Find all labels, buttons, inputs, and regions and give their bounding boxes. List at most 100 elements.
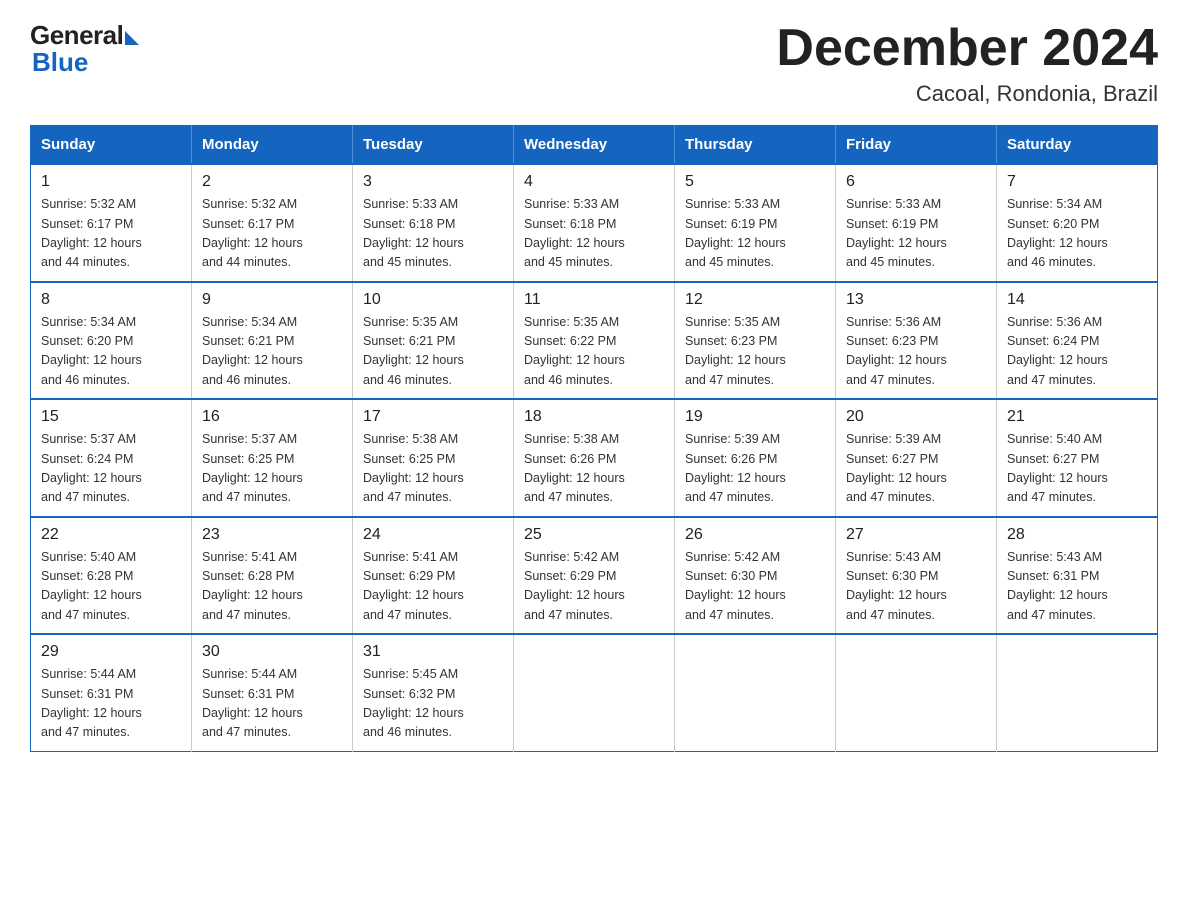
day-info: Sunrise: 5:43 AMSunset: 6:30 PMDaylight:… [846, 548, 986, 626]
day-number: 28 [1007, 526, 1147, 544]
day-number: 12 [685, 291, 825, 309]
calendar-day-cell: 30 Sunrise: 5:44 AMSunset: 6:31 PMDayligh… [192, 634, 353, 751]
day-info: Sunrise: 5:32 AMSunset: 6:17 PMDaylight:… [202, 195, 342, 273]
day-number: 29 [41, 643, 181, 661]
day-number: 18 [524, 408, 664, 426]
day-info: Sunrise: 5:34 AMSunset: 6:20 PMDaylight:… [41, 313, 181, 391]
day-number: 22 [41, 526, 181, 544]
day-number: 23 [202, 526, 342, 544]
calendar-day-cell: 15 Sunrise: 5:37 AMSunset: 6:24 PMDayligh… [31, 399, 192, 517]
day-number: 3 [363, 173, 503, 191]
day-info: Sunrise: 5:35 AMSunset: 6:22 PMDaylight:… [524, 313, 664, 391]
calendar-day-cell: 16 Sunrise: 5:37 AMSunset: 6:25 PMDayligh… [192, 399, 353, 517]
day-info: Sunrise: 5:33 AMSunset: 6:19 PMDaylight:… [685, 195, 825, 273]
calendar-week-row: 22 Sunrise: 5:40 AMSunset: 6:28 PMDayligh… [31, 517, 1158, 635]
calendar-day-cell: 4 Sunrise: 5:33 AMSunset: 6:18 PMDaylight… [514, 164, 675, 282]
day-number: 26 [685, 526, 825, 544]
calendar-table: SundayMondayTuesdayWednesdayThursdayFrid… [30, 125, 1158, 752]
day-info: Sunrise: 5:40 AMSunset: 6:28 PMDaylight:… [41, 548, 181, 626]
header-sunday: Sunday [31, 126, 192, 165]
day-info: Sunrise: 5:43 AMSunset: 6:31 PMDaylight:… [1007, 548, 1147, 626]
page-header: General Blue December 2024 Cacoal, Rondo… [30, 20, 1158, 107]
day-number: 9 [202, 291, 342, 309]
calendar-week-row: 8 Sunrise: 5:34 AMSunset: 6:20 PMDaylight… [31, 282, 1158, 400]
day-number: 30 [202, 643, 342, 661]
day-info: Sunrise: 5:34 AMSunset: 6:21 PMDaylight:… [202, 313, 342, 391]
calendar-day-cell: 27 Sunrise: 5:43 AMSunset: 6:30 PMDayligh… [836, 517, 997, 635]
logo-triangle-icon [125, 31, 139, 45]
day-number: 27 [846, 526, 986, 544]
calendar-day-cell: 20Sunrise: 5:39 AMSunset: 6:27 PMDayligh… [836, 399, 997, 517]
calendar-day-cell: 21 Sunrise: 5:40 AMSunset: 6:27 PMDayligh… [997, 399, 1158, 517]
calendar-day-cell: 6Sunrise: 5:33 AMSunset: 6:19 PMDaylight… [836, 164, 997, 282]
header-tuesday: Tuesday [353, 126, 514, 165]
header-thursday: Thursday [675, 126, 836, 165]
day-number: 4 [524, 173, 664, 191]
day-info: Sunrise: 5:44 AMSunset: 6:31 PMDaylight:… [202, 665, 342, 743]
day-info: Sunrise: 5:33 AMSunset: 6:18 PMDaylight:… [363, 195, 503, 273]
calendar-day-cell [675, 634, 836, 751]
day-number: 21 [1007, 408, 1147, 426]
day-number: 13 [846, 291, 986, 309]
day-number: 11 [524, 291, 664, 309]
day-info: Sunrise: 5:34 AMSunset: 6:20 PMDaylight:… [1007, 195, 1147, 273]
day-info: Sunrise: 5:40 AMSunset: 6:27 PMDaylight:… [1007, 430, 1147, 508]
calendar-day-cell [997, 634, 1158, 751]
day-info: Sunrise: 5:42 AMSunset: 6:30 PMDaylight:… [685, 548, 825, 626]
calendar-day-cell: 11 Sunrise: 5:35 AMSunset: 6:22 PMDayligh… [514, 282, 675, 400]
calendar-day-cell: 1Sunrise: 5:32 AMSunset: 6:17 PMDaylight… [31, 164, 192, 282]
calendar-day-cell: 25 Sunrise: 5:42 AMSunset: 6:29 PMDayligh… [514, 517, 675, 635]
calendar-day-cell: 26 Sunrise: 5:42 AMSunset: 6:30 PMDayligh… [675, 517, 836, 635]
calendar-day-cell: 5Sunrise: 5:33 AMSunset: 6:19 PMDaylight… [675, 164, 836, 282]
calendar-day-cell [836, 634, 997, 751]
title-section: December 2024 Cacoal, Rondonia, Brazil [776, 20, 1158, 107]
calendar-day-cell: 19Sunrise: 5:39 AMSunset: 6:26 PMDayligh… [675, 399, 836, 517]
day-number: 14 [1007, 291, 1147, 309]
calendar-day-cell: 13 Sunrise: 5:36 AMSunset: 6:23 PMDayligh… [836, 282, 997, 400]
calendar-day-cell: 8 Sunrise: 5:34 AMSunset: 6:20 PMDaylight… [31, 282, 192, 400]
day-info: Sunrise: 5:35 AMSunset: 6:23 PMDaylight:… [685, 313, 825, 391]
calendar-day-cell: 18Sunrise: 5:38 AMSunset: 6:26 PMDayligh… [514, 399, 675, 517]
day-number: 25 [524, 526, 664, 544]
day-info: Sunrise: 5:33 AMSunset: 6:18 PMDaylight:… [524, 195, 664, 273]
calendar-day-cell [514, 634, 675, 751]
day-info: Sunrise: 5:38 AMSunset: 6:25 PMDaylight:… [363, 430, 503, 508]
calendar-day-cell: 12 Sunrise: 5:35 AMSunset: 6:23 PMDayligh… [675, 282, 836, 400]
header-friday: Friday [836, 126, 997, 165]
day-number: 2 [202, 173, 342, 191]
header-saturday: Saturday [997, 126, 1158, 165]
calendar-week-row: 29 Sunrise: 5:44 AMSunset: 6:31 PMDayligh… [31, 634, 1158, 751]
header-wednesday: Wednesday [514, 126, 675, 165]
calendar-day-cell: 29Sunrise: 5:44 AMSunset: 6:31 PMDayligh… [31, 634, 192, 751]
day-info: Sunrise: 5:42 AMSunset: 6:29 PMDaylight:… [524, 548, 664, 626]
logo[interactable]: General Blue [30, 20, 139, 78]
subtitle: Cacoal, Rondonia, Brazil [776, 81, 1158, 107]
day-number: 16 [202, 408, 342, 426]
day-info: Sunrise: 5:35 AMSunset: 6:21 PMDaylight:… [363, 313, 503, 391]
day-number: 31 [363, 643, 503, 661]
calendar-week-row: 1 Sunrise: 5:32 AMSunset: 6:17 PMDaylight… [31, 164, 1158, 282]
day-info: Sunrise: 5:41 AMSunset: 6:29 PMDaylight:… [363, 548, 503, 626]
day-info: Sunrise: 5:37 AMSunset: 6:24 PMDaylight:… [41, 430, 181, 508]
calendar-week-row: 15 Sunrise: 5:37 AMSunset: 6:24 PMDayligh… [31, 399, 1158, 517]
day-info: Sunrise: 5:36 AMSunset: 6:23 PMDaylight:… [846, 313, 986, 391]
day-info: Sunrise: 5:41 AMSunset: 6:28 PMDaylight:… [202, 548, 342, 626]
day-number: 17 [363, 408, 503, 426]
day-number: 6 [846, 173, 986, 191]
header-monday: Monday [192, 126, 353, 165]
day-number: 20 [846, 408, 986, 426]
day-number: 1 [41, 173, 181, 191]
day-number: 8 [41, 291, 181, 309]
day-number: 7 [1007, 173, 1147, 191]
calendar-day-cell: 31Sunrise: 5:45 AMSunset: 6:32 PMDayligh… [353, 634, 514, 751]
calendar-day-cell: 3 Sunrise: 5:33 AMSunset: 6:18 PMDaylight… [353, 164, 514, 282]
day-info: Sunrise: 5:36 AMSunset: 6:24 PMDaylight:… [1007, 313, 1147, 391]
main-title: December 2024 [776, 20, 1158, 77]
calendar-header-row: SundayMondayTuesdayWednesdayThursdayFrid… [31, 126, 1158, 165]
calendar-day-cell: 22 Sunrise: 5:40 AMSunset: 6:28 PMDayligh… [31, 517, 192, 635]
day-number: 15 [41, 408, 181, 426]
day-info: Sunrise: 5:37 AMSunset: 6:25 PMDaylight:… [202, 430, 342, 508]
logo-blue-text: Blue [32, 47, 88, 78]
calendar-day-cell: 24Sunrise: 5:41 AMSunset: 6:29 PMDayligh… [353, 517, 514, 635]
calendar-day-cell: 23 Sunrise: 5:41 AMSunset: 6:28 PMDayligh… [192, 517, 353, 635]
